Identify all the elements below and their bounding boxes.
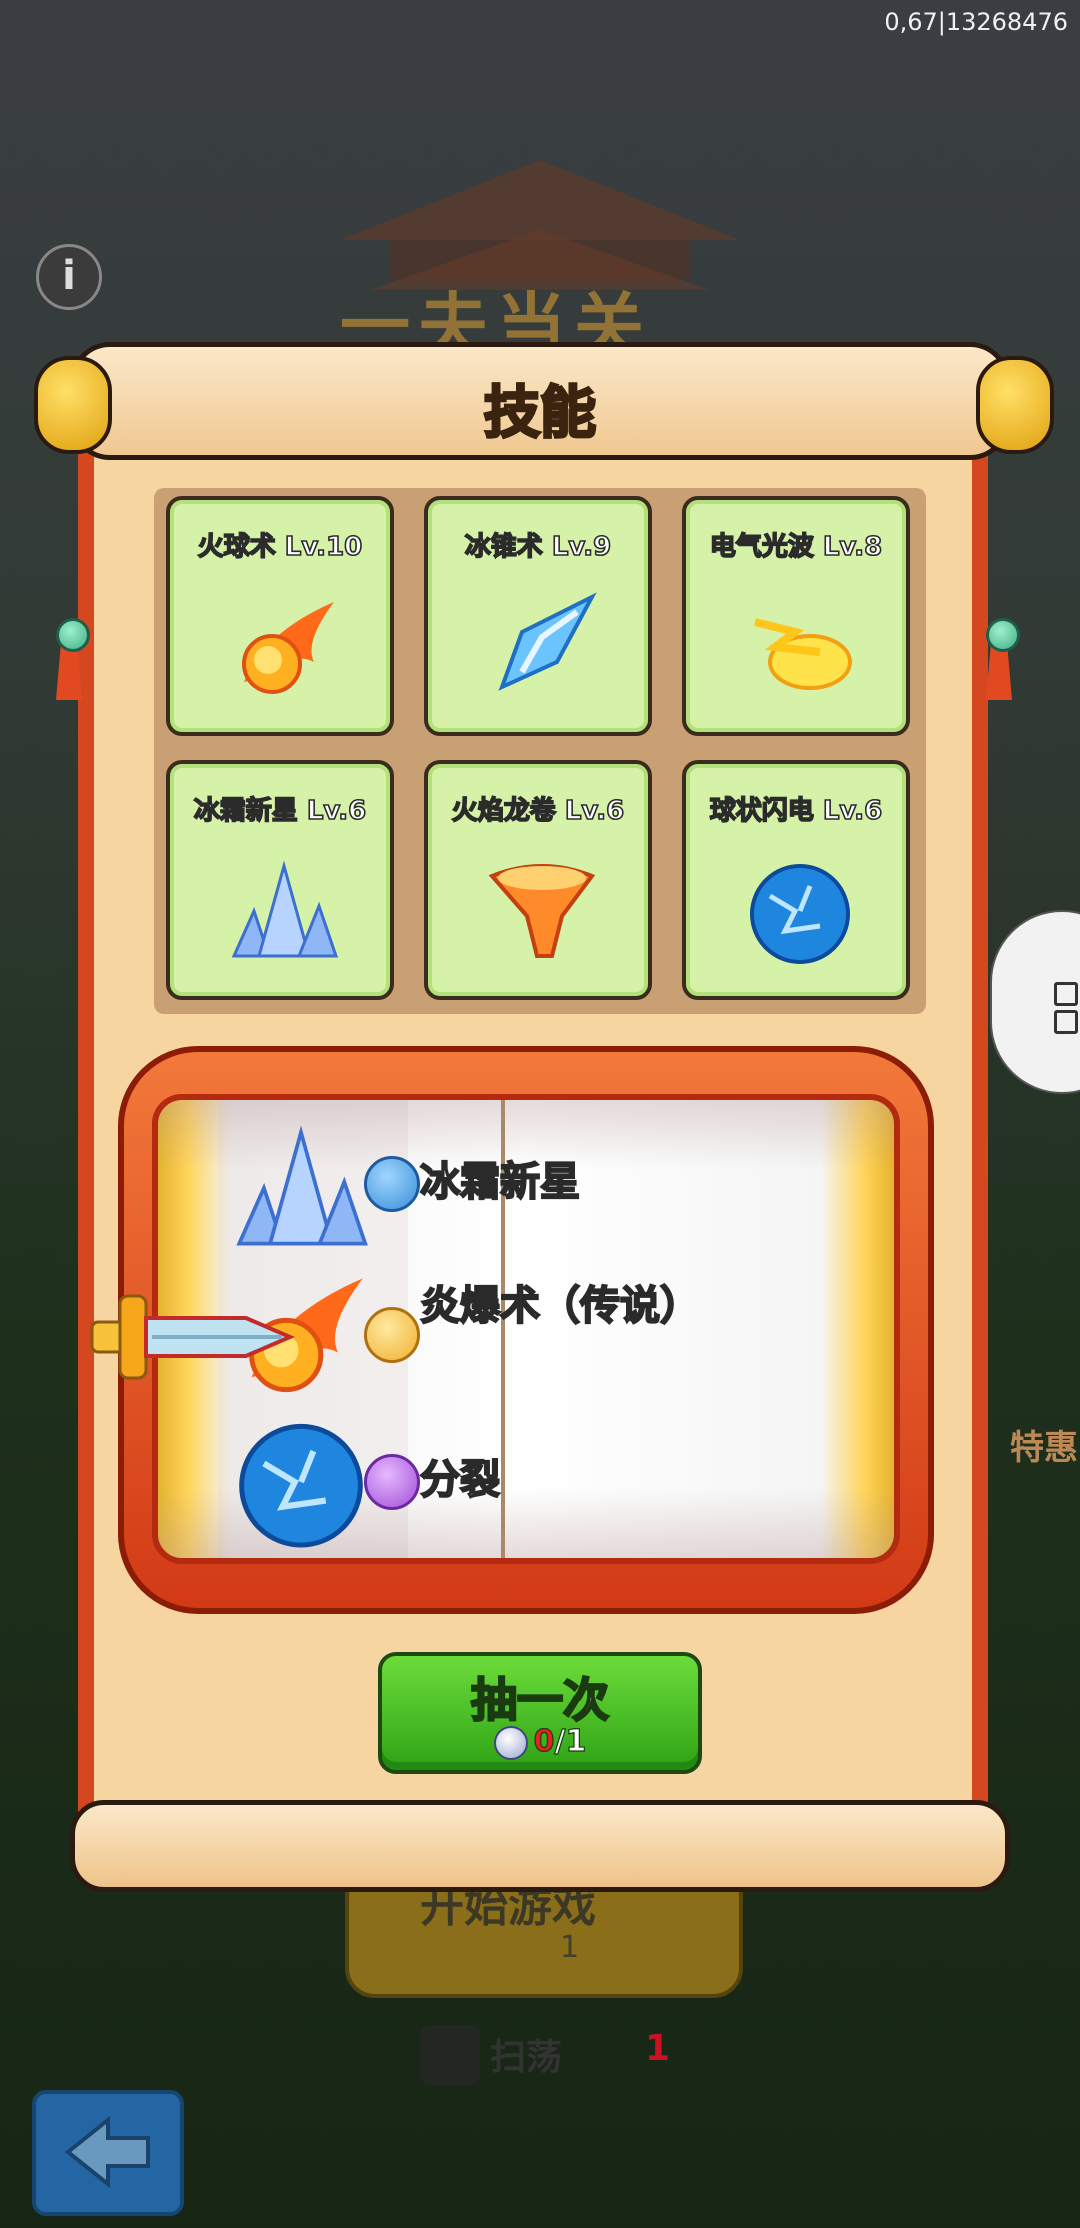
scroll-bottom-roll (70, 1800, 1010, 1892)
rarity-blue-icon (364, 1156, 420, 1212)
sweep-checkbox (420, 2025, 480, 2085)
sword-pointer-icon (90, 1294, 296, 1380)
fireball-icon (242, 602, 334, 694)
slot-result-label: 分裂 (419, 1456, 501, 1504)
ball-lightning-icon (239, 1423, 363, 1548)
panel-title: 技能 (483, 380, 598, 448)
sweep-cost: 1 (645, 2028, 671, 2069)
skill-card-ball-lightning[interactable]: 球状闪电 Lv.6 (682, 760, 910, 1000)
sweep-label: 扫荡 (490, 2037, 563, 2078)
skill-card-fireball[interactable]: 火球术 Lv.10 (166, 496, 394, 736)
skill-card-fire-tornado[interactable]: 火焰龙卷 Lv.6 (424, 760, 652, 1000)
ice-shard-icon (498, 592, 597, 691)
slot-result-label: 冰霜新星 (419, 1158, 581, 1206)
skill-label: 火球术 Lv.10 (197, 531, 363, 563)
draw-cost: 0/1 (382, 1723, 698, 1760)
electric-wave-icon (754, 618, 852, 690)
back-arrow-icon (64, 2115, 150, 2189)
skill-label: 球状闪电 Lv.6 (709, 795, 883, 827)
info-button[interactable]: i (36, 244, 102, 310)
skill-label: 火焰龙卷 Lv.6 (451, 795, 625, 827)
draw-once-label: 抽一次 (470, 1672, 610, 1728)
promo-label: 特惠 (1010, 1428, 1078, 1468)
ball-lightning-icon (750, 864, 850, 964)
skill-label: 冰霜新星 Lv.6 (193, 795, 367, 827)
start-game-cost: 1 (560, 1930, 580, 1965)
skill-card-frost-nova[interactable]: 冰霜新星 Lv.6 (166, 760, 394, 1000)
rarity-gold-icon (364, 1307, 420, 1363)
rarity-purple-icon (364, 1454, 420, 1510)
skill-label: 电气光波 Lv.8 (709, 531, 883, 563)
grid-icon (1054, 982, 1078, 1006)
tassel-bead-right (986, 618, 1020, 652)
skill-label: 冰锥术 Lv.9 (464, 531, 612, 563)
tassel-bead-left (56, 618, 90, 652)
frost-nova-icon (231, 860, 339, 958)
fire-tornado-icon (488, 864, 596, 958)
grid-icon (1054, 1010, 1078, 1034)
draw-once-button[interactable]: 抽一次 0/1 (378, 1652, 702, 1774)
slot-result-label: 炎爆术（传说） (419, 1282, 701, 1330)
skill-card-ice-shard[interactable]: 冰锥术 Lv.9 (424, 496, 652, 736)
draw-ticket-owned: 0 (533, 1723, 555, 1759)
skill-card-electric-wave[interactable]: 电气光波 Lv.8 (682, 496, 910, 736)
draw-ticket-required: /1 (554, 1723, 587, 1759)
draw-ticket-icon (493, 1725, 528, 1760)
frost-nova-icon (236, 1125, 368, 1246)
back-button[interactable] (32, 2090, 184, 2216)
build-id-text: 0,67|13268476 (884, 8, 1068, 36)
